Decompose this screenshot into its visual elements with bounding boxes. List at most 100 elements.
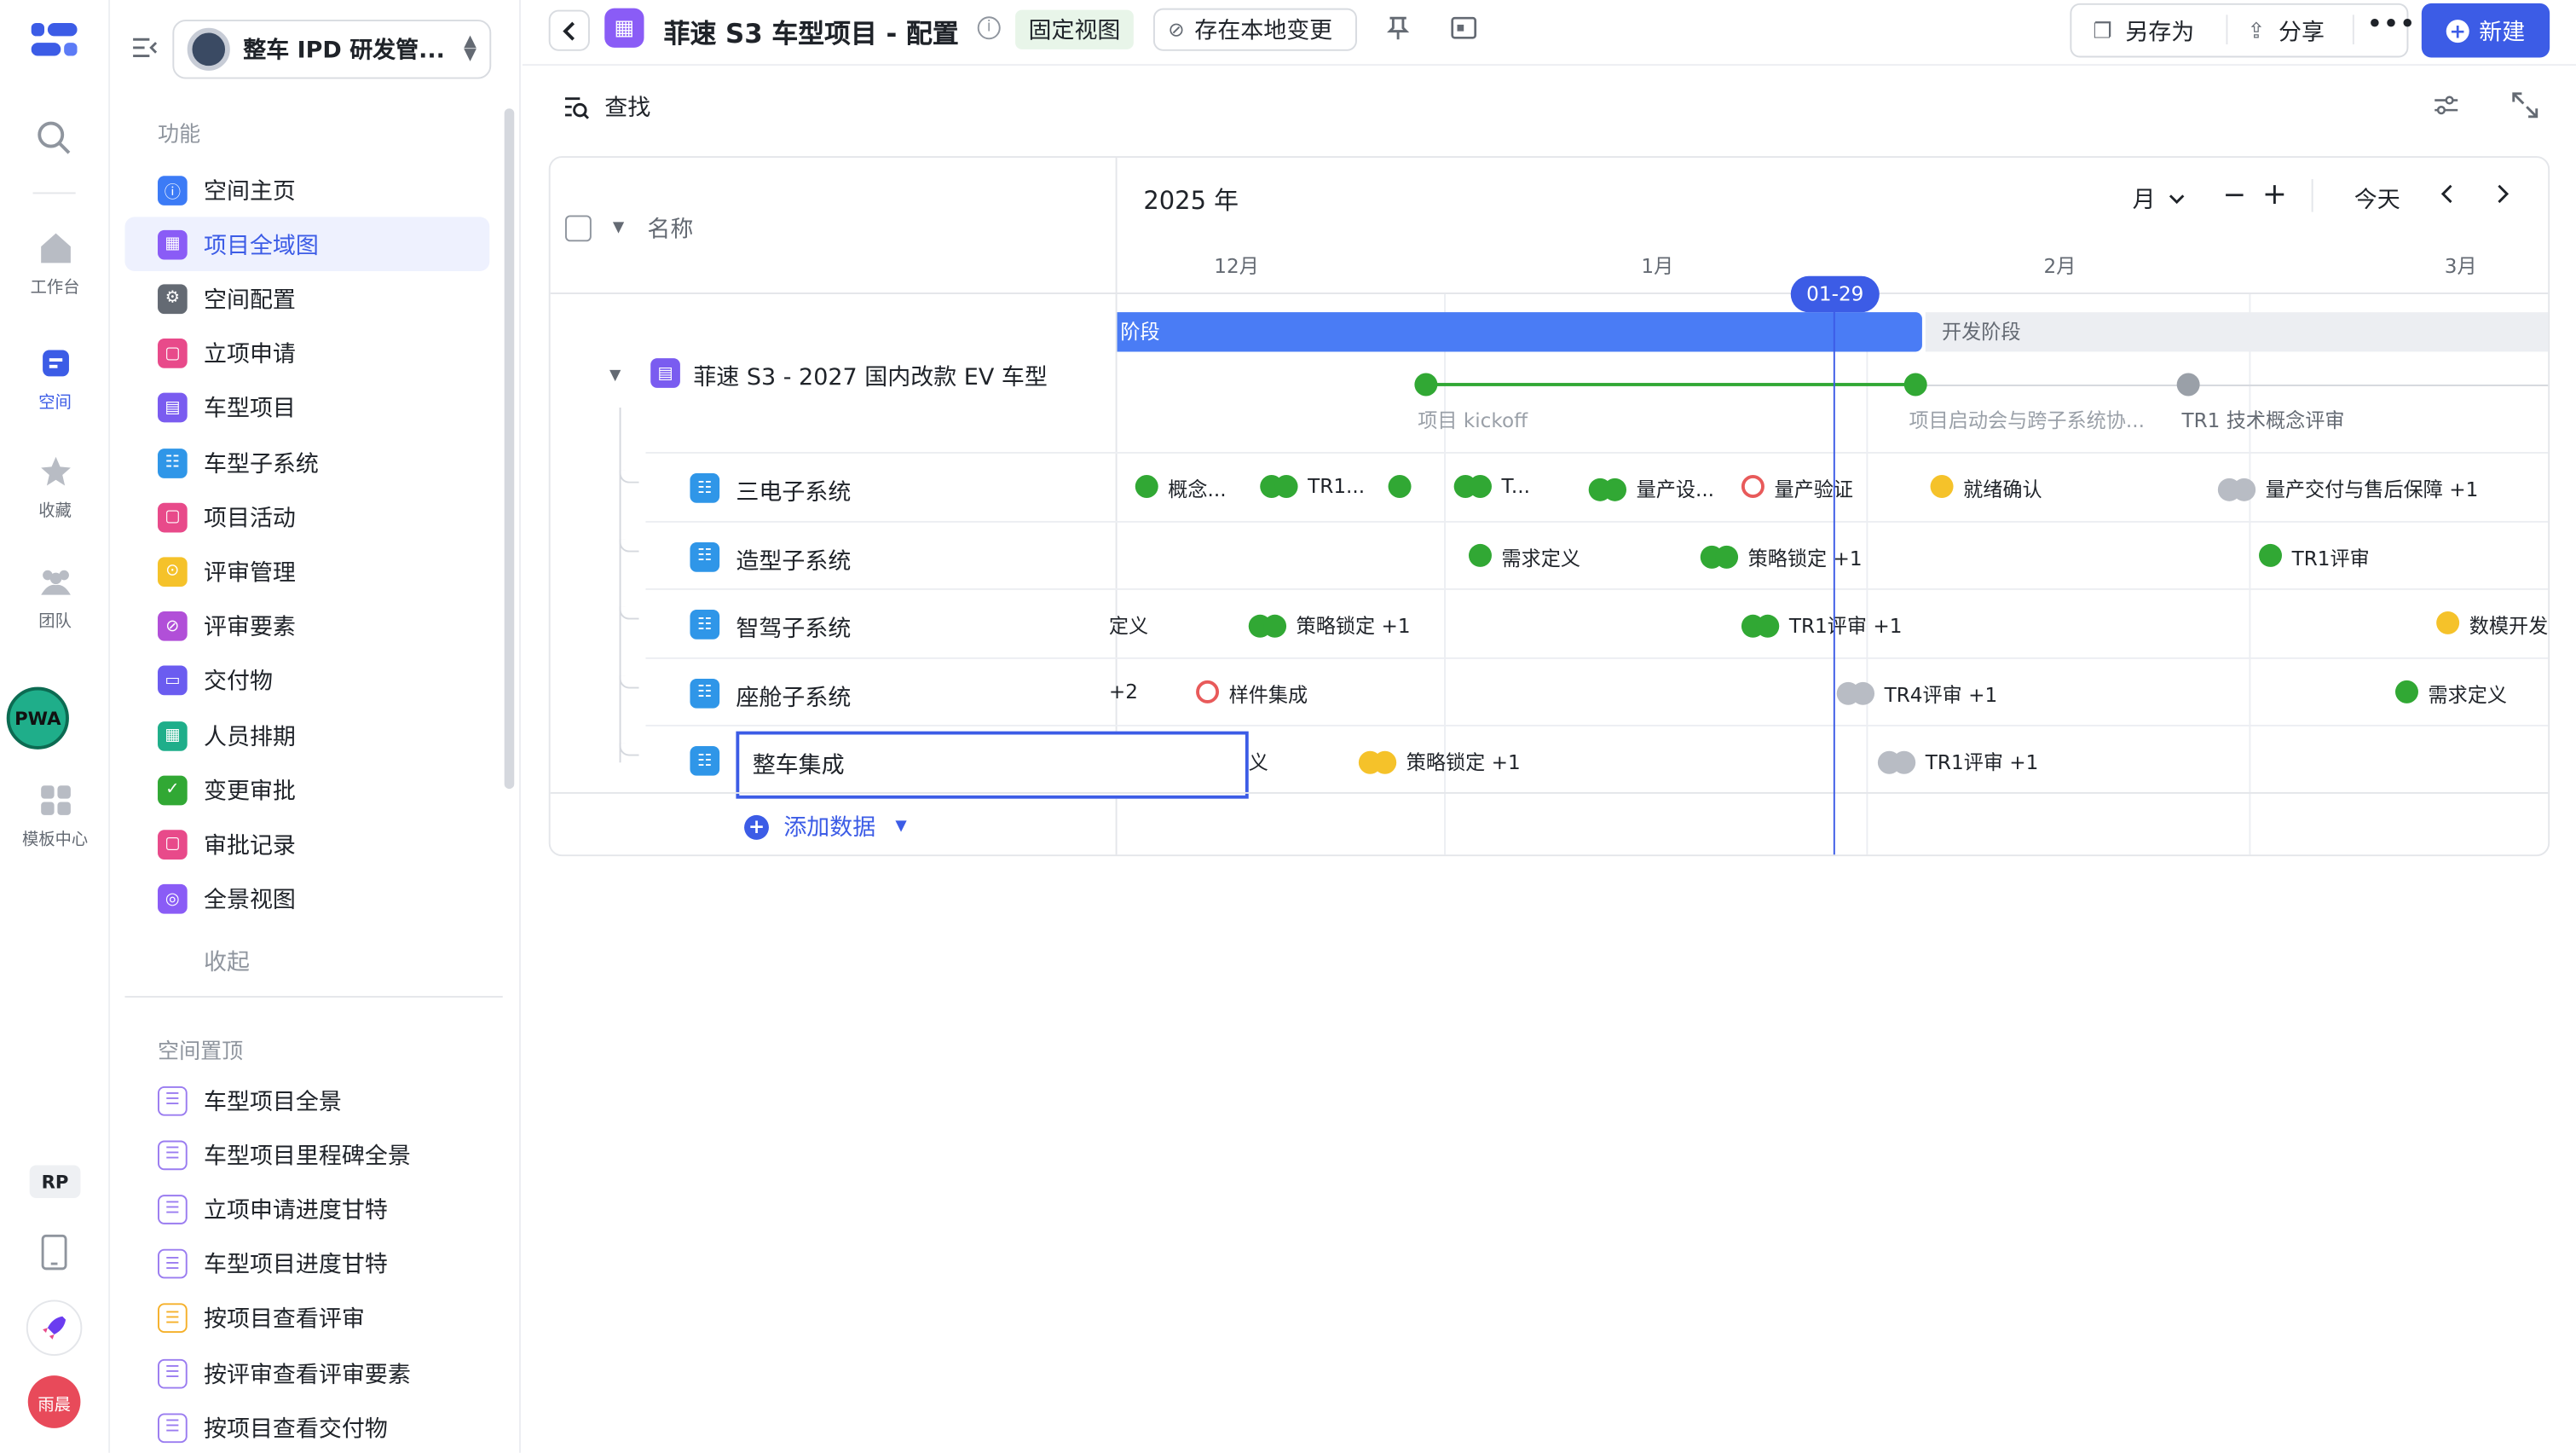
sidebar-item[interactable]: ▢ 项目活动 bbox=[124, 490, 489, 545]
user-avatar[interactable]: 雨晨 bbox=[27, 1375, 81, 1428]
sidebar-item[interactable]: ⊘ 评审要素 bbox=[124, 599, 489, 654]
gantt-milestone[interactable]: 数模开发 bbox=[2436, 611, 2548, 640]
sidebar-item-icon: ⊘ bbox=[158, 611, 188, 641]
zoom-in-button[interactable]: + bbox=[2262, 177, 2287, 211]
gantt-milestone[interactable]: TR1... bbox=[1260, 474, 1365, 498]
zoom-out-button[interactable]: − bbox=[2223, 179, 2246, 212]
gantt-milestone[interactable]: 量产交付与售后保障 +1 bbox=[2217, 475, 2478, 503]
pinned-item[interactable]: ☰ 车型项目全景 bbox=[124, 1074, 489, 1128]
sidebar-item-icon: ◎ bbox=[158, 884, 188, 914]
next-period-icon[interactable] bbox=[2494, 184, 2510, 204]
mobile-icon[interactable] bbox=[39, 1234, 69, 1271]
sidebar-item[interactable]: ⊙ 评审管理 bbox=[124, 545, 489, 599]
gantt-milestone[interactable]: 量产验证 bbox=[1741, 474, 1854, 503]
sidebar-item-label: 车型项目 bbox=[203, 397, 296, 423]
caret-down-icon[interactable]: ▼ bbox=[613, 220, 624, 236]
subsystem-name[interactable]: 座舱子系统 bbox=[736, 680, 851, 713]
gantt-milestone[interactable]: 策略锁定 +1 bbox=[1358, 748, 1521, 776]
phase-bar-next[interactable]: 开发阶段 bbox=[1925, 312, 2549, 352]
gantt-milestone[interactable]: TR1评审 +1 bbox=[1877, 748, 2038, 776]
sidebar-item[interactable]: ⚙ 空间配置 bbox=[124, 272, 489, 327]
share-button[interactable]: ⇪ 分享 bbox=[2248, 14, 2325, 48]
milestone-dot[interactable] bbox=[2176, 373, 2200, 397]
gantt-milestone[interactable]: 概念... bbox=[1135, 474, 1227, 503]
fullscreen-icon[interactable] bbox=[2512, 92, 2538, 119]
rail-item-team[interactable]: 团队 bbox=[0, 564, 110, 631]
gantt-milestone[interactable]: 量产设... bbox=[1588, 475, 1714, 503]
scale-select[interactable]: 月 bbox=[2133, 182, 2186, 216]
fixed-view-tag[interactable]: 固定视图 bbox=[1015, 9, 1134, 49]
sidebar-item[interactable]: ▢ 立项申请 bbox=[124, 327, 489, 381]
more-icon[interactable]: ••• bbox=[2367, 11, 2417, 38]
milestone-dot[interactable] bbox=[1903, 373, 1927, 397]
gantt-milestone[interactable]: +2 bbox=[1109, 680, 1138, 703]
collapse-link[interactable]: 收起 bbox=[204, 945, 250, 978]
sidebar-item[interactable]: ▦ 项目全域图 bbox=[124, 217, 490, 272]
search-button[interactable]: 查找 bbox=[563, 90, 650, 124]
pinned-item-label: 车型项目全景 bbox=[203, 1088, 342, 1115]
rail-item-favorites[interactable]: 收藏 bbox=[0, 454, 110, 521]
gantt-milestone[interactable]: T... bbox=[1453, 474, 1530, 498]
gantt-milestone[interactable]: 样件集成 bbox=[1196, 679, 1308, 708]
sidebar-item[interactable]: ✓ 变更审批 bbox=[124, 763, 489, 818]
rail-label: 工作台 bbox=[30, 279, 80, 298]
today-button[interactable]: 今天 bbox=[2354, 182, 2400, 216]
milestone-label: 量产验证 bbox=[1774, 478, 1854, 501]
rail-item-workbench[interactable]: 工作台 bbox=[0, 230, 110, 298]
back-button[interactable] bbox=[548, 9, 590, 51]
gantt-milestone[interactable]: 义 bbox=[1249, 748, 1268, 776]
sidebar-item[interactable]: ◎ 全景视图 bbox=[124, 872, 489, 927]
pinned-item[interactable]: ☰ 按项目查看交付物 bbox=[124, 1400, 489, 1453]
subsystem-name[interactable]: 三电子系统 bbox=[736, 475, 851, 508]
filter-settings-icon[interactable] bbox=[2433, 92, 2459, 119]
select-all-checkbox[interactable] bbox=[564, 215, 592, 242]
app-logo[interactable] bbox=[31, 22, 78, 59]
save-local-button[interactable]: ⊘ 存在本地变更 bbox=[1152, 8, 1357, 51]
project-name[interactable]: 菲速 S3 - 2027 国内改款 EV 车型 bbox=[693, 360, 1048, 393]
sidebar-scrollbar[interactable] bbox=[504, 108, 515, 790]
sidebar-item[interactable]: ▦ 人员排期 bbox=[124, 709, 489, 763]
add-data-button[interactable]: + 添加数据 ▼ bbox=[744, 810, 907, 843]
gantt-milestone[interactable]: 就绪确认 bbox=[1930, 474, 2042, 503]
space-picker[interactable]: 整车 IPD 研发管... ▲ ▼ bbox=[172, 20, 492, 79]
window-icon[interactable] bbox=[1451, 16, 1477, 39]
expand-caret-icon[interactable]: ▼ bbox=[609, 368, 621, 385]
sidebar-item[interactable]: ▤ 车型项目 bbox=[124, 381, 489, 436]
gantt-milestone[interactable]: TR1评审 bbox=[2259, 542, 2370, 571]
sidebar-item[interactable]: ▢ 审批记录 bbox=[124, 818, 489, 872]
sidebar-item[interactable]: ☷ 车型子系统 bbox=[124, 436, 489, 490]
gantt-milestone[interactable]: 需求定义 bbox=[2394, 679, 2507, 708]
rp-badge[interactable]: RP bbox=[29, 1165, 81, 1198]
gantt-milestone[interactable]: TR1评审 +1 bbox=[1741, 611, 1902, 640]
subsystem-name[interactable]: 整车集成 bbox=[753, 748, 845, 781]
prev-period-icon[interactable] bbox=[2440, 184, 2456, 204]
new-button[interactable]: + 新建 bbox=[2421, 3, 2550, 58]
rocket-icon[interactable] bbox=[26, 1300, 83, 1357]
gantt-milestone[interactable]: 策略锁定 +1 bbox=[1248, 611, 1411, 640]
pwa-badge[interactable]: PWA bbox=[6, 686, 69, 750]
collapse-sidebar-icon[interactable] bbox=[130, 33, 159, 63]
gantt-milestone[interactable]: 策略锁定 +1 bbox=[1700, 543, 1863, 571]
gantt-milestone[interactable]: TR4评审 +1 bbox=[1836, 680, 1997, 708]
rail-item-space[interactable]: 空间 bbox=[0, 345, 110, 413]
gantt-milestone[interactable]: 需求定义 bbox=[1468, 542, 1580, 571]
info-icon[interactable]: i bbox=[977, 16, 1001, 40]
gantt-milestone[interactable] bbox=[1388, 474, 1422, 503]
save-as-button[interactable]: ❐ 另存为 bbox=[2093, 14, 2194, 48]
pinned-item[interactable]: ☰ 按项目查看评审 bbox=[124, 1291, 489, 1346]
subsystem-name[interactable]: 智驾子系统 bbox=[736, 611, 851, 645]
pinned-item[interactable]: ☰ 立项申请进度甘特 bbox=[124, 1182, 489, 1236]
pinned-item[interactable]: ☰ 车型项目里程碑全景 bbox=[124, 1127, 489, 1182]
sidebar-item[interactable]: ▭ 交付物 bbox=[124, 654, 489, 709]
pin-icon[interactable] bbox=[1385, 14, 1412, 41]
milestone-dot[interactable] bbox=[1414, 373, 1438, 397]
gantt-milestone[interactable]: 定义 bbox=[1109, 611, 1148, 640]
rail-label: 空间 bbox=[38, 394, 72, 413]
sidebar-item[interactable]: ⓘ 空间主页 bbox=[124, 163, 489, 217]
rail-item-templates[interactable]: 模板中心 bbox=[0, 782, 110, 849]
search-icon[interactable] bbox=[36, 120, 72, 156]
pinned-item[interactable]: ☰ 按评审查看评审要素 bbox=[124, 1346, 489, 1400]
phase-bar-current[interactable]: 阶段 bbox=[1117, 312, 1922, 352]
subsystem-name[interactable]: 造型子系统 bbox=[736, 543, 851, 576]
pinned-item[interactable]: ☰ 车型项目进度甘特 bbox=[124, 1236, 489, 1291]
